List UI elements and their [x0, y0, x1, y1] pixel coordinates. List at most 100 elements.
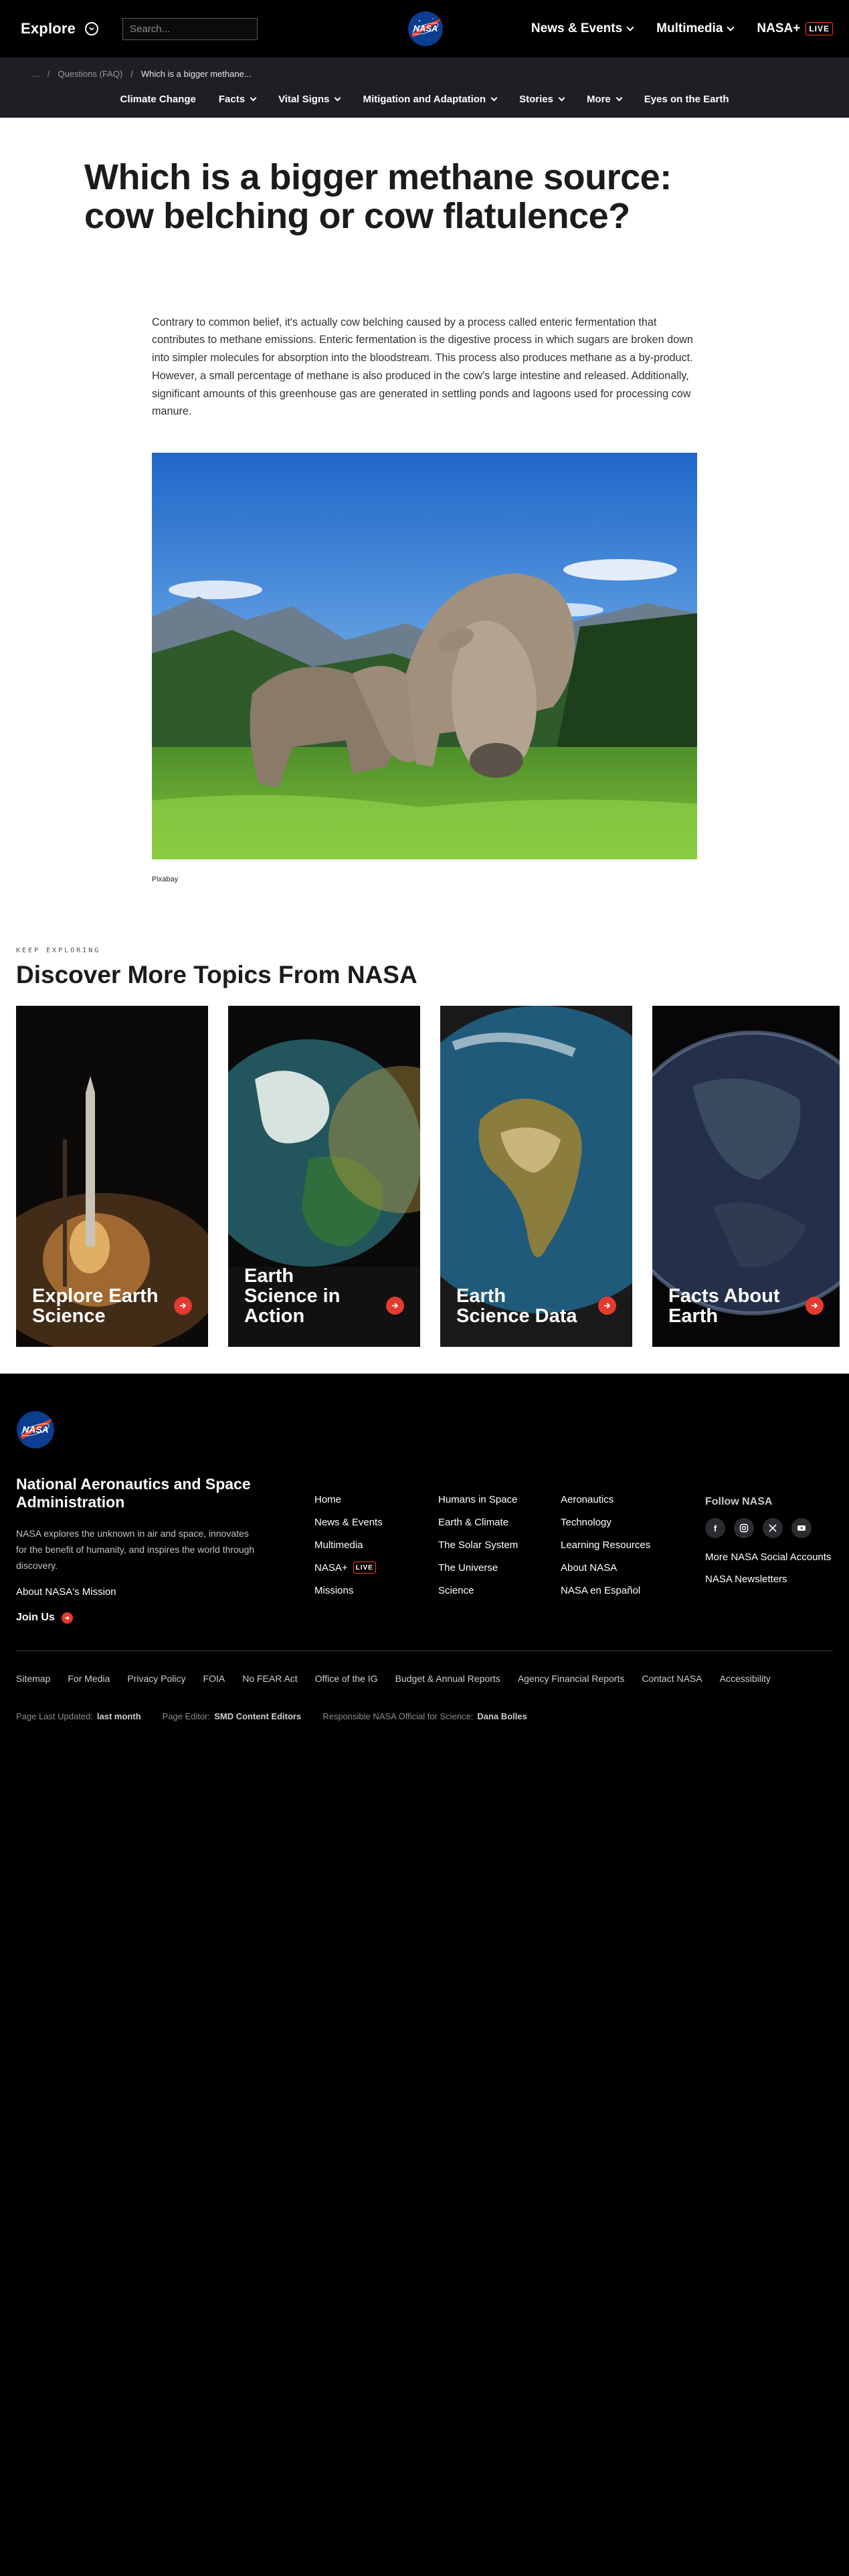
subnav-label: Climate Change	[120, 94, 196, 105]
nav-multimedia[interactable]: Multimedia	[656, 21, 735, 36]
topic-card[interactable]: Earth Science in Action	[228, 1006, 420, 1348]
legal-link[interactable]: Privacy Policy	[127, 1673, 185, 1684]
nasa-logo[interactable]: NASA	[407, 11, 444, 47]
legal-link[interactable]: For Media	[68, 1673, 110, 1684]
chevron-down-icon	[490, 94, 498, 102]
nav-nasa-plus[interactable]: NASA+ LIVE	[757, 21, 833, 36]
social-links: f	[705, 1518, 831, 1538]
breadcrumb-parent[interactable]: Questions (FAQ)	[58, 69, 122, 79]
breadcrumb-current: Which is a bigger methane...	[140, 68, 252, 79]
instagram-icon[interactable]	[734, 1518, 754, 1538]
topic-card[interactable]: Facts About Earth	[652, 1006, 840, 1348]
arrow-right-icon[interactable]	[806, 1297, 824, 1315]
footer-link[interactable]: Home	[314, 1493, 383, 1505]
subnav-label: Eyes on the Earth	[644, 94, 729, 105]
mission-link[interactable]: About NASA's Mission	[16, 1586, 116, 1598]
topic-cards: Explore Earth Science Earth Science in A…	[16, 1006, 849, 1348]
chevron-down-icon	[335, 94, 341, 102]
footer-link[interactable]: News & Events	[314, 1516, 383, 1528]
meta-value: last month	[96, 1711, 141, 1721]
footer-link[interactable]: Science	[438, 1584, 518, 1596]
arrow-right-icon[interactable]	[598, 1297, 616, 1315]
search-input[interactable]	[122, 17, 258, 40]
footer-link[interactable]: Missions	[314, 1584, 383, 1596]
explore-toggle-icon[interactable]	[85, 22, 99, 35]
subnav-label: Mitigation and Adaptation	[363, 94, 486, 105]
footer-link[interactable]: NASA en Español	[561, 1584, 650, 1596]
org-description: NASA explores the unknown in air and spa…	[16, 1528, 255, 1571]
legal-link[interactable]: FOIA	[203, 1673, 225, 1684]
subnav-facts[interactable]: Facts	[219, 94, 257, 105]
x-icon[interactable]	[763, 1518, 783, 1538]
page-meta: Page Last Updated: last month Page Editor…	[16, 1711, 527, 1721]
breadcrumb-separator: /	[130, 68, 133, 79]
nasa-logo[interactable]: NASA	[16, 1410, 55, 1449]
legal-link[interactable]: Sitemap	[16, 1673, 50, 1684]
chevron-down-icon	[616, 94, 623, 102]
legal-link[interactable]: Budget & Annual Reports	[395, 1673, 500, 1684]
topic-card[interactable]: Earth Science Data	[440, 1006, 632, 1348]
responsible-official: Responsible NASA Official for Science: Da…	[322, 1711, 527, 1721]
legal-link[interactable]: Contact NASA	[642, 1673, 702, 1684]
subnav-label: Vital Signs	[278, 94, 330, 105]
arrow-right-icon[interactable]	[386, 1297, 404, 1315]
meta-label: Page Last Updated:	[16, 1711, 93, 1721]
chevron-down-icon	[727, 23, 735, 31]
top-bar: Explore NASA News & Events Multimedia NA…	[0, 0, 849, 58]
nav-nasa-plus-label: NASA+	[757, 21, 801, 35]
footer-link-nasa-plus[interactable]: NASA+ LIVE	[314, 1562, 383, 1574]
footer-link[interactable]: About NASA	[561, 1562, 650, 1574]
nav-news-events[interactable]: News & Events	[531, 21, 634, 36]
subnav-mitigation-adaptation[interactable]: Mitigation and Adaptation	[363, 94, 498, 105]
footer-col-1: Home News & Events Multimedia NASA+ LIVE …	[314, 1493, 383, 1596]
footer-link[interactable]: Aeronautics	[561, 1493, 650, 1505]
subnav-vital-signs[interactable]: Vital Signs	[278, 94, 341, 105]
section-nav: ... / Questions (FAQ) / Which is a bigge…	[0, 58, 849, 118]
footer-link[interactable]: The Universe	[438, 1562, 518, 1574]
footer-link[interactable]: The Solar System	[438, 1539, 518, 1551]
page-editor: Page Editor: SMD Content Editors	[163, 1711, 302, 1721]
chevron-down-icon	[626, 23, 634, 31]
chevron-down-icon	[558, 94, 565, 102]
subnav-eyes-on-earth[interactable]: Eyes on the Earth	[644, 94, 729, 105]
footer-link[interactable]: More NASA Social Accounts	[705, 1551, 831, 1563]
page-title: Which is a bigger methane source: cow be…	[84, 157, 672, 237]
breadcrumb-ellipsis[interactable]: ...	[32, 69, 39, 79]
footer-link[interactable]: Earth & Climate	[438, 1516, 518, 1528]
meta-value: Dana Bolles	[477, 1711, 527, 1721]
subnav-more[interactable]: More	[587, 94, 623, 105]
nav-news-events-label: News & Events	[531, 21, 623, 35]
footer-link[interactable]: Technology	[561, 1516, 650, 1528]
subnav-climate-change[interactable]: Climate Change	[120, 94, 196, 105]
live-badge: LIVE	[806, 22, 833, 35]
subnav-stories[interactable]: Stories	[519, 94, 565, 105]
youtube-icon[interactable]	[791, 1518, 812, 1538]
legal-link[interactable]: Accessibility	[720, 1673, 771, 1684]
legal-links: Sitemap For Media Privacy Policy FOIA No…	[16, 1673, 771, 1684]
footer-link[interactable]: NASA Newsletters	[705, 1574, 831, 1585]
section-kicker: KEEP EXPLORING	[16, 947, 101, 955]
meta-label: Responsible NASA Official for Science:	[322, 1711, 474, 1721]
join-us-link[interactable]: Join Us	[16, 1612, 73, 1624]
join-us-label: Join Us	[16, 1612, 55, 1623]
legal-link[interactable]: Agency Financial Reports	[518, 1673, 625, 1684]
arrow-right-icon[interactable]	[174, 1297, 192, 1315]
explore-label[interactable]: Explore	[21, 20, 76, 37]
subnav-menu: Climate Change Facts Vital Signs Mitigat…	[0, 94, 849, 105]
footer: NASA National Aeronautics and Space Admi…	[0, 1374, 849, 2509]
topic-card[interactable]: Explore Earth Science	[16, 1006, 208, 1348]
cows-grazing-photo	[152, 453, 697, 860]
image-credit: Pixabay	[152, 875, 179, 884]
subnav-label: Stories	[519, 94, 553, 105]
footer-link[interactable]: Multimedia	[314, 1539, 383, 1551]
article-body: Contrary to common belief, it's actually…	[152, 316, 693, 418]
footer-link[interactable]: Humans in Space	[438, 1493, 518, 1505]
footer-divider	[16, 1650, 833, 1651]
facebook-icon[interactable]: f	[705, 1518, 725, 1538]
footer-link[interactable]: Learning Resources	[561, 1539, 650, 1551]
breadcrumb-separator: /	[47, 68, 50, 79]
meta-label: Page Editor:	[162, 1711, 211, 1721]
last-updated: Page Last Updated: last month	[16, 1711, 141, 1721]
legal-link[interactable]: Office of the IG	[315, 1673, 378, 1684]
legal-link[interactable]: No FEAR Act	[242, 1673, 297, 1684]
